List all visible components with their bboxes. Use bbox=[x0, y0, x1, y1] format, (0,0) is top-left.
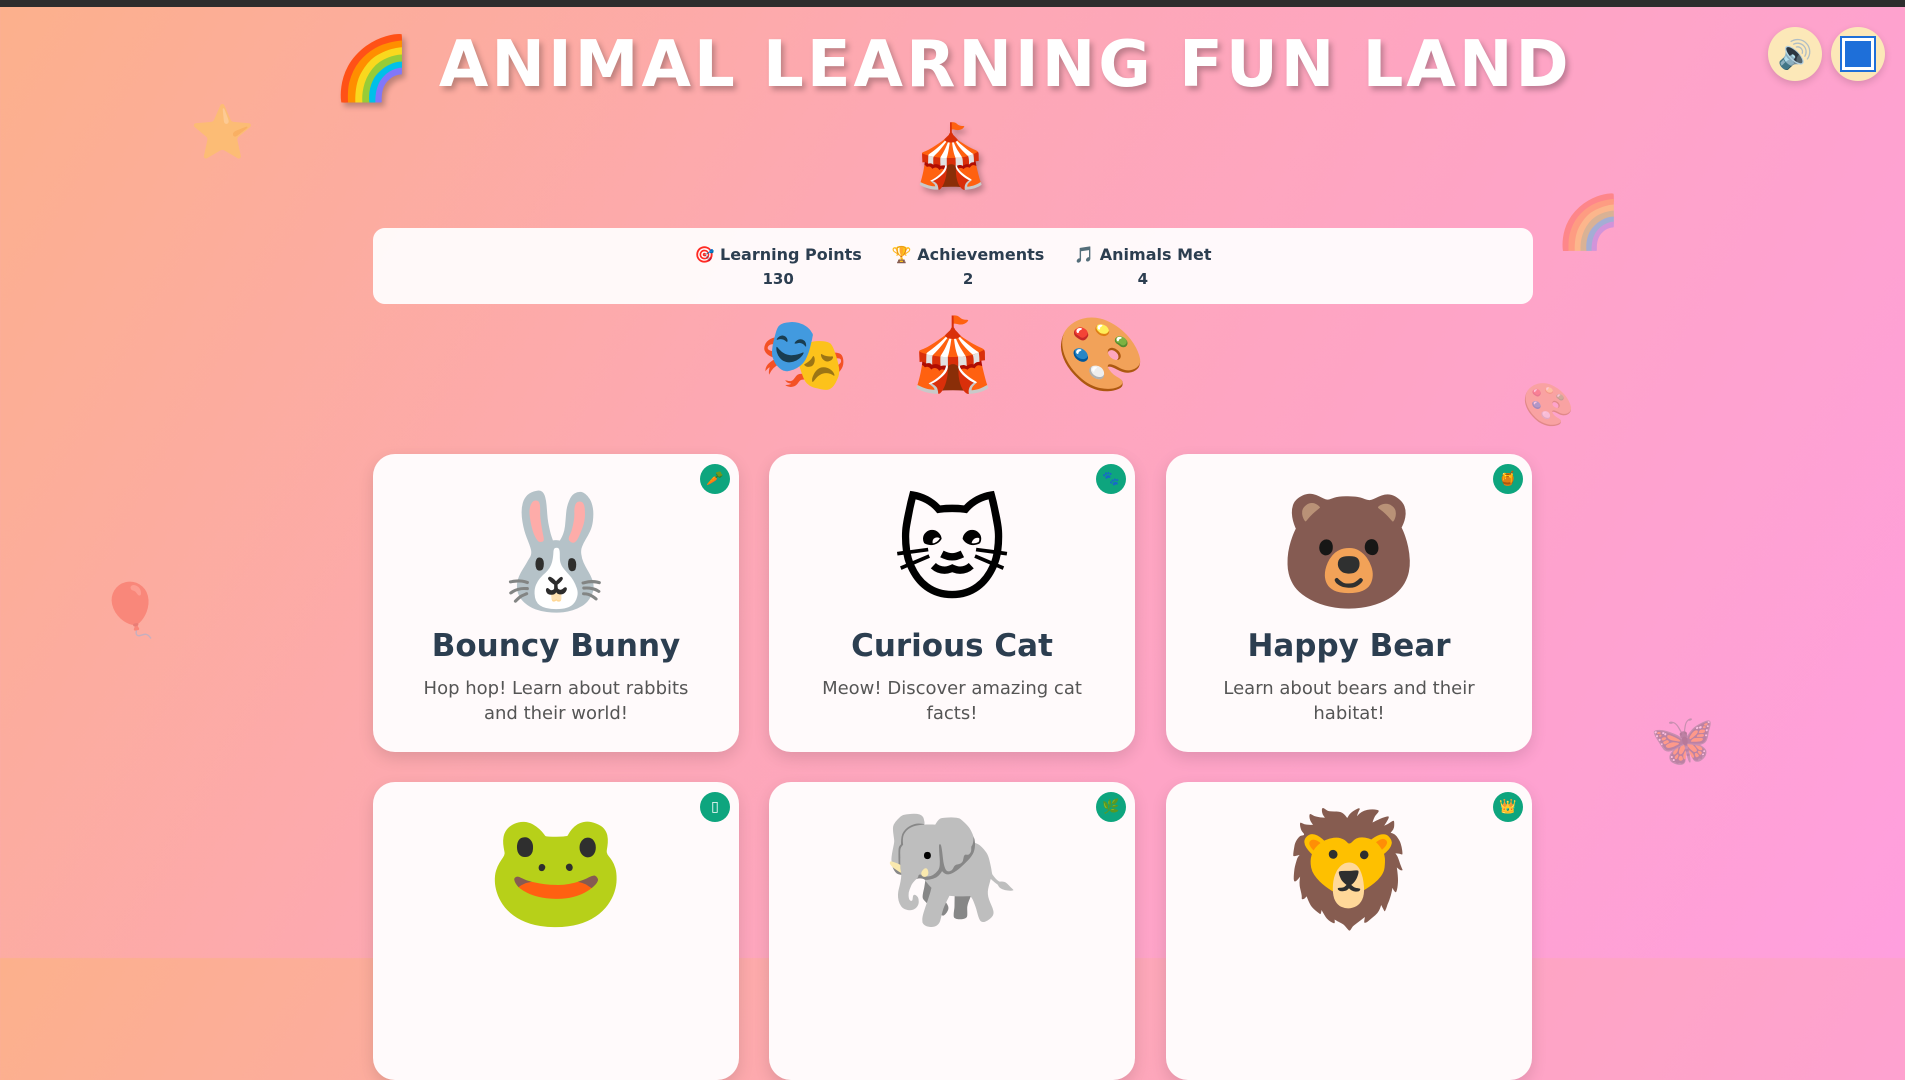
animal-card-cat[interactable]: 🐾 🐱 Curious Cat Meow! Discover amazing c… bbox=[769, 454, 1135, 752]
stat-animals-met: 🎵 Animals Met 4 bbox=[1074, 245, 1211, 288]
trophy-icon: 🏆 bbox=[891, 244, 912, 264]
browser-top-bar bbox=[0, 0, 1905, 7]
animal-card-bear[interactable]: 🍯 🐻 Happy Bear Learn about bears and the… bbox=[1166, 454, 1532, 752]
balloon-decoration-icon: 🎈 bbox=[98, 581, 163, 641]
palette-icon: 🎨 bbox=[1056, 312, 1146, 396]
card-title: Bouncy Bunny bbox=[431, 628, 681, 664]
theater-masks-icon: 🎭 bbox=[759, 312, 849, 396]
stat-value: 4 bbox=[1137, 269, 1149, 288]
butterfly-decoration-icon: 🦋 bbox=[1650, 711, 1715, 771]
music-note-icon: 🎵 bbox=[1074, 244, 1095, 264]
card-description: Meow! Discover amazing cat facts! bbox=[822, 678, 1082, 724]
stat-label: Learning Points bbox=[720, 244, 862, 264]
stat-value: 130 bbox=[762, 269, 794, 288]
rabbit-icon: 🐰 bbox=[486, 487, 626, 617]
page-title-text: ANIMAL LEARNING FUN LAND bbox=[438, 28, 1572, 102]
stats-panel: 🎯 Learning Points 130 🏆 Achievements 2 🎵… bbox=[373, 228, 1533, 304]
circus-tent-icon: 🎪 bbox=[907, 312, 998, 396]
stat-achievements: 🏆 Achievements 2 bbox=[892, 245, 1044, 288]
crown-badge-icon: 👑 bbox=[1493, 792, 1523, 822]
stat-value: 2 bbox=[962, 269, 974, 288]
target-icon: 🎯 bbox=[694, 244, 715, 264]
stop-button[interactable] bbox=[1831, 27, 1885, 81]
stat-learning-points: 🎯 Learning Points 130 bbox=[695, 245, 862, 288]
rainbow-decoration-icon: 🌈 bbox=[1556, 193, 1621, 253]
page-title: 🌈 ANIMAL LEARNING FUN LAND 🎪 bbox=[0, 28, 1905, 193]
rainbow-icon: 🌈 bbox=[333, 31, 414, 105]
leaf-badge-icon: 🌿 bbox=[1096, 792, 1126, 822]
bear-icon: 🐻 bbox=[1279, 487, 1419, 617]
card-description: Learn about bears and their habitat! bbox=[1223, 678, 1475, 724]
card-title: Curious Cat bbox=[851, 628, 1053, 664]
elephant-icon: 🐘 bbox=[882, 805, 1022, 935]
card-description: Hop hop! Learn about rabbits and their w… bbox=[423, 678, 689, 724]
card-badge-icon: ▯ bbox=[700, 792, 730, 822]
lion-icon: 🦁 bbox=[1279, 805, 1419, 935]
stat-label: Achievements bbox=[917, 244, 1045, 264]
animal-card-bunny[interactable]: 🥕 🐰 Bouncy Bunny Hop hop! Learn about ra… bbox=[373, 454, 739, 752]
frog-icon: 🐸 bbox=[486, 805, 626, 935]
animal-card-frog[interactable]: ▯ 🐸 bbox=[373, 782, 739, 1080]
sound-toggle-button[interactable]: 🔊 bbox=[1768, 27, 1822, 81]
card-title: Happy Bear bbox=[1247, 628, 1451, 664]
animal-card-elephant[interactable]: 🌿 🐘 bbox=[769, 782, 1135, 1080]
decoration-row: 🎭 🎪 🎨 bbox=[0, 312, 1905, 397]
animal-card-lion[interactable]: 👑 🦁 bbox=[1166, 782, 1532, 1080]
speaker-icon: 🔊 bbox=[1777, 37, 1813, 71]
cat-icon: 🐱 bbox=[893, 487, 1011, 617]
stop-icon bbox=[1842, 38, 1874, 70]
paw-badge-icon: 🐾 bbox=[1096, 464, 1126, 494]
circus-tent-icon: 🎪 bbox=[912, 119, 993, 193]
honey-badge-icon: 🍯 bbox=[1493, 464, 1523, 494]
carrot-badge-icon: 🥕 bbox=[700, 464, 730, 494]
stat-label: Animals Met bbox=[1099, 244, 1212, 264]
